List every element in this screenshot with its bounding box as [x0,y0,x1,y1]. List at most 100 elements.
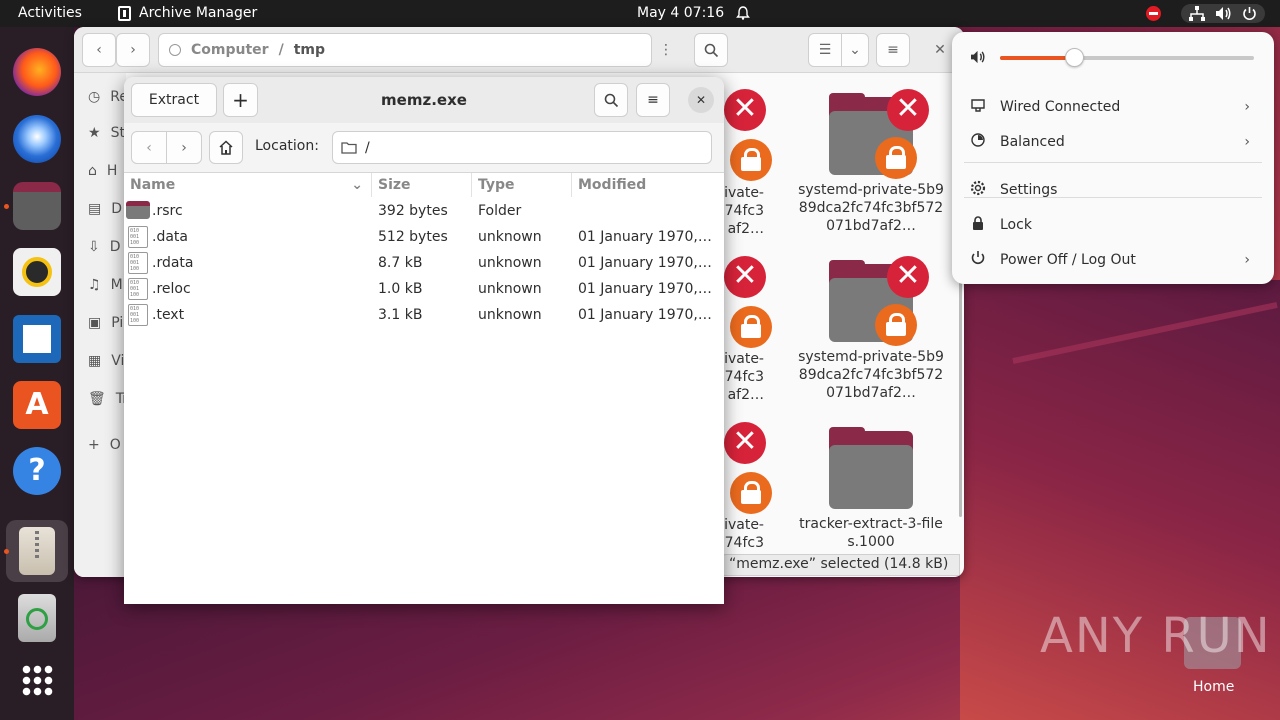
sidebar-item-starred[interactable]: ★ St [88,125,125,141]
cell-size: 1.0 kB [378,281,423,297]
trash-icon[interactable] [18,594,56,642]
archive-row[interactable]: 010 001 100 .data 512 bytes unknown 01 January… [124,224,724,250]
help-icon[interactable]: ? [13,447,61,495]
bell-icon[interactable] [736,6,750,20]
folder-icon: ✕ [829,256,929,346]
sidebar-item-pictures[interactable]: ▣ Pi [88,315,123,331]
sidebar-item-downloads[interactable]: ⇩ D [88,239,121,255]
main-menu-button[interactable]: ≡ [636,83,670,117]
network-icon [964,97,1000,117]
archive-manager-icon[interactable] [19,527,55,575]
star-icon: ★ [88,125,101,141]
app-menu[interactable]: Archive Manager [118,5,257,21]
menu-item-settings[interactable]: Settings [964,175,1262,205]
menu-item-wired-connected[interactable]: Wired Connected › [964,92,1262,122]
writer-icon[interactable] [13,315,61,363]
binary-file-icon: 010 001 100 [128,304,148,326]
app-center-icon[interactable]: A [13,381,61,429]
search-button[interactable] [694,33,728,67]
file-item-partial[interactable]: ✕ [724,422,772,514]
files-icon[interactable] [13,182,61,230]
status-bar: “memz.exe” selected (14.8 kB) [720,554,960,576]
system-status-area[interactable] [1181,4,1265,23]
menu-item-balanced[interactable]: Balanced › [964,127,1262,157]
files-sidebar: ◷ Re ★ St ⌂ H ▤ D ⇩ D ♫ M ▣ Pi ▦ Vi 🗑 Tr + O [74,73,128,577]
sidebar-item-videos[interactable]: ▦ Vi [88,353,124,369]
unreadable-emblem-icon: ✕ [724,256,766,298]
running-indicator [4,204,9,209]
path-segment[interactable]: tmp [294,42,325,58]
sidebar-item-other-locations[interactable]: + O [88,437,121,453]
view-list-button[interactable]: ☰ [808,33,842,67]
column-header-size[interactable]: Size [372,173,472,197]
column-header-modified[interactable]: Modified [572,173,724,197]
folder-icon [126,201,150,219]
archive-row[interactable]: 010 001 100 .reloc 1.0 kB unknown 01 January 1… [124,276,724,302]
system-menu: Wired Connected › Balanced › Settings Lock Pow… [952,32,1274,284]
column-header-name[interactable]: Name ⌄ [124,173,372,197]
archive-row[interactable]: 010 001 100 .text 3.1 kB unknown 01 January 19… [124,302,724,328]
main-menu-button[interactable]: ≡ [876,33,910,67]
cell-name: .rsrc [152,203,183,219]
cell-size: 512 bytes [378,229,448,245]
back-button[interactable]: ‹ [82,33,116,67]
home-folder-label[interactable]: Home [1193,679,1234,695]
sidebar-item-home[interactable]: ⌂ H [88,163,117,179]
menu-item-lock[interactable]: Lock [964,210,1262,240]
archive-manager-window: Extract + memz.exe ≡ ✕ ‹ › Location: / N… [124,77,724,604]
sidebar-item-music[interactable]: ♫ M [88,277,123,293]
sidebar-item-label: Pi [111,315,124,331]
menu-separator [964,197,1262,198]
cell-type: unknown [478,307,542,323]
forward-button[interactable]: › [166,131,202,164]
sidebar-item-documents[interactable]: ▤ D [88,201,122,217]
download-icon: ⇩ [88,239,100,255]
cell-type: unknown [478,255,542,271]
lock-emblem-icon [875,304,917,346]
forward-button[interactable]: › [116,33,150,67]
trash-icon: 🗑 [88,391,106,407]
rhythmbox-icon[interactable] [13,248,61,296]
system-tray [1146,4,1265,23]
folder-icon [829,427,913,509]
activities-button[interactable]: Activities [18,5,82,21]
firefox-icon[interactable] [13,48,61,96]
plus-icon: + [88,437,100,453]
power-icon [1243,7,1256,21]
column-header-type[interactable]: Type [472,173,572,197]
file-item-partial[interactable]: ✕ [724,256,772,348]
clock[interactable]: May 4 07:16 [637,5,724,21]
volume-slider-handle[interactable] [1064,48,1084,67]
menu-item-label: Wired Connected [1000,99,1121,115]
file-item[interactable]: tracker-extract-3-files.1000 [796,427,946,551]
home-button[interactable] [209,131,243,164]
close-icon[interactable]: ✕ [688,87,714,113]
volume-level [1000,56,1074,60]
path-separator: / [278,42,284,58]
close-icon[interactable]: ✕ [926,33,954,67]
path-segment[interactable]: Computer [191,42,269,58]
picture-icon: ▣ [88,315,102,331]
view-options-button[interactable]: ⌄ [841,33,869,67]
path-bar[interactable]: Computer / tmp [158,33,652,67]
menu-item-power-off-log-out[interactable]: Power Off / Log Out › [964,245,1262,275]
back-button[interactable]: ‹ [131,131,167,164]
volume-slider[interactable] [1000,48,1254,67]
file-item[interactable]: ✕ systemd-private-5b989dca2fc74fc3bf5720… [796,256,946,402]
unreadable-emblem-icon: ✕ [724,422,766,464]
archive-icon [118,5,131,21]
location-label: Location: [255,138,319,154]
archive-row[interactable]: 010 001 100 .rdata 8.7 kB unknown 01 January 1… [124,250,724,276]
thunderbird-icon[interactable] [13,115,61,163]
location-input[interactable]: / [332,131,712,164]
path-menu-button[interactable]: ⋮ [652,33,680,67]
file-item[interactable]: ✕ systemd-private-5b989dca2fc74fc3bf5720… [796,89,946,235]
sidebar-item-trash[interactable]: 🗑 Tr [88,391,128,407]
search-button[interactable] [594,83,628,117]
archive-row[interactable]: .rsrc 392 bytes Folder [124,198,724,224]
show-apps-icon[interactable] [13,656,61,704]
lock-icon [964,215,1000,235]
do-not-disturb-icon[interactable] [1146,6,1161,21]
file-item-partial[interactable]: ✕ [724,89,772,181]
sidebar-item-recent[interactable]: ◷ Re [88,89,128,105]
